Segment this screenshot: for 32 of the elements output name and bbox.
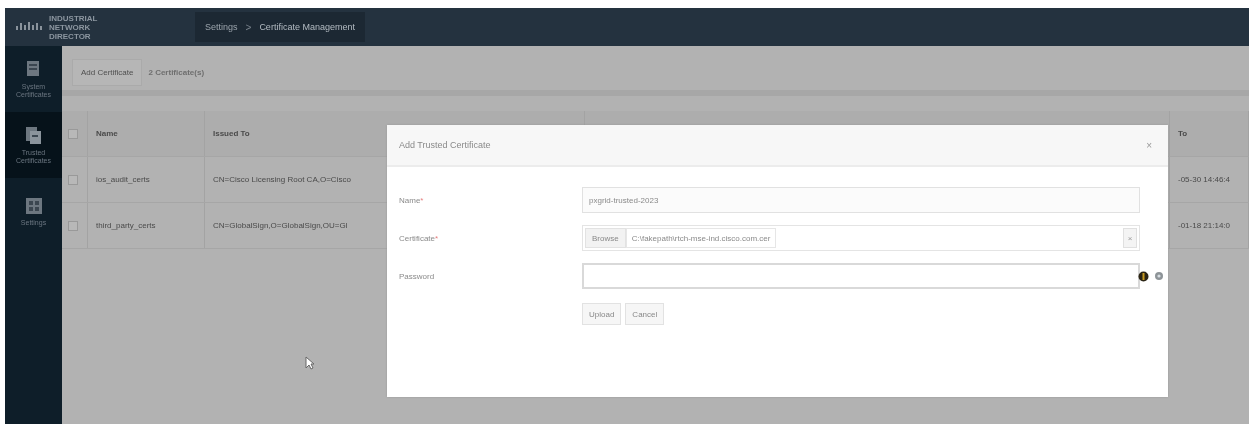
browse-button[interactable]: Browse — [585, 228, 626, 248]
dialog-button[interactable]: Cancel — [625, 303, 665, 325]
product-name: INDUSTRIAL NETWORK DIRECTOR — [49, 13, 99, 41]
table-cell: ios_audit_certs — [88, 157, 205, 202]
table-cell: -01-18 21:14:0 — [1170, 203, 1249, 248]
column-header[interactable]: Name — [88, 111, 205, 156]
certificate-count: 2 Certificate(s) — [148, 67, 205, 77]
dialog-button[interactable]: Upload — [582, 303, 622, 325]
close-button[interactable]: × — [1144, 139, 1154, 151]
field-label: Password — [399, 271, 436, 281]
password-field[interactable] — [582, 263, 1140, 289]
table-cell: -05-30 14:46:4 — [1170, 157, 1249, 202]
dialog-title: Add Trusted Certificate — [399, 140, 491, 150]
checkbox[interactable] — [68, 174, 78, 185]
field-label: Certificate* — [399, 233, 440, 243]
file-name-field[interactable]: C:\fakepath\rtch-mse-ind.cisco.com.cer — [625, 228, 777, 248]
gear-icon[interactable] — [1154, 271, 1164, 281]
table-cell: third_party_certs — [88, 203, 205, 248]
checkbox[interactable] — [68, 220, 78, 231]
add-certificate-button[interactable]: Add Certificate — [72, 58, 143, 86]
documents-icon — [23, 125, 44, 146]
bridge-logo-icon — [15, 22, 43, 32]
breadcrumb-separator: > — [245, 21, 252, 33]
breadcrumb-link[interactable]: Settings — [205, 22, 238, 32]
checkbox[interactable] — [68, 128, 78, 139]
grid-icon — [23, 195, 44, 216]
field-label: Name* — [399, 195, 425, 205]
breadcrumb-current: Certificate Management — [259, 22, 355, 32]
cursor-icon — [305, 356, 315, 370]
column-header[interactable]: To — [1170, 111, 1249, 156]
name-field[interactable]: pxgrid-trusted-2023 — [582, 187, 1140, 213]
clear-button[interactable]: × — [1123, 228, 1137, 248]
